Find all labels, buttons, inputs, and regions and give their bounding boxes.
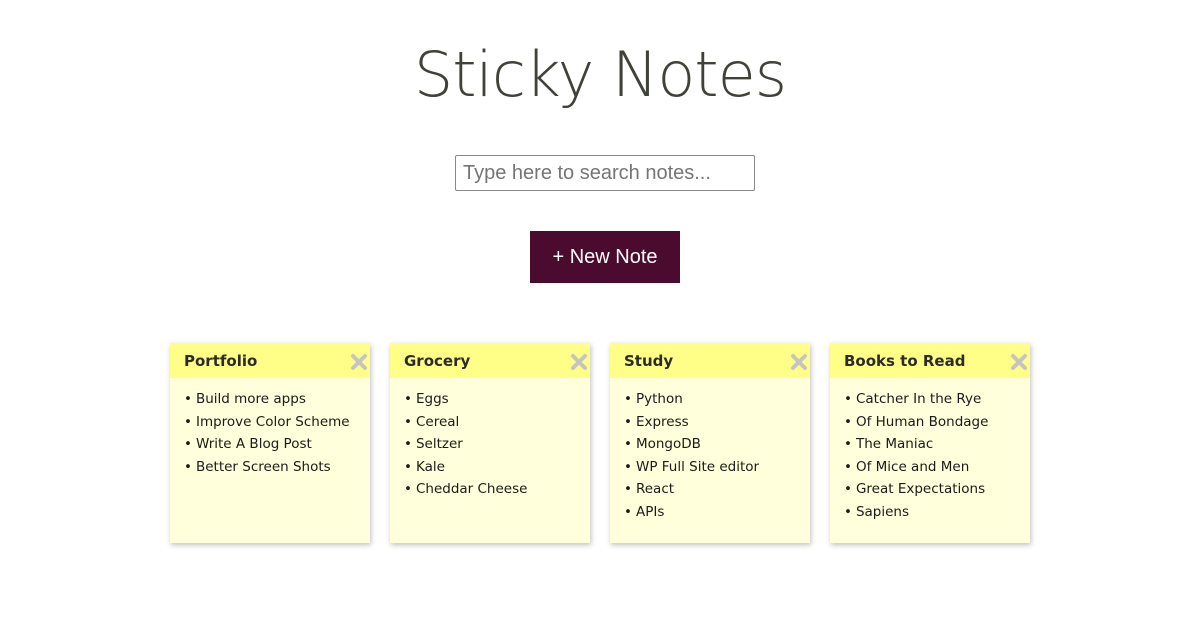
- bullet-icon: •: [624, 503, 632, 520]
- bullet-icon: •: [844, 391, 852, 407]
- note-title[interactable]: Portfolio: [184, 352, 257, 370]
- list-item-text: Cheddar Cheese: [415, 481, 528, 497]
- list-item-text: Build more apps: [195, 391, 306, 407]
- list-item: • Catcher In the Rye: [844, 388, 1016, 411]
- list-item: • Seltzer: [404, 433, 576, 456]
- list-item: • Great Expectations: [844, 478, 1016, 501]
- bullet-icon: •: [624, 391, 632, 407]
- bullet-icon: •: [844, 481, 852, 497]
- new-note-button[interactable]: + New Note: [530, 231, 680, 283]
- search-input[interactable]: [455, 155, 755, 191]
- note-item-list: • Catcher In the Rye • Of Human Bondage • The…: [844, 388, 1016, 523]
- list-item-text: WP Full Site editor: [635, 458, 760, 475]
- list-item-text: Better Screen Shots: [195, 458, 331, 475]
- list-item: • React: [624, 478, 796, 501]
- bullet-icon: •: [404, 458, 412, 475]
- list-item: • MongoDB: [624, 433, 796, 456]
- note-body[interactable]: • Build more apps • Improve Color Scheme • Wr…: [170, 378, 370, 478]
- list-item-text: Of Human Bondage: [855, 413, 989, 430]
- bullet-icon: •: [184, 391, 192, 407]
- bullet-icon: •: [404, 413, 412, 430]
- note-title[interactable]: Grocery: [404, 352, 470, 370]
- bullet-icon: •: [844, 436, 852, 452]
- list-item-text: Seltzer: [415, 436, 463, 452]
- list-item-text: APIs: [635, 503, 665, 520]
- list-item: • Of Mice and Men: [844, 456, 1016, 479]
- list-item-text: React: [635, 481, 675, 497]
- note-title[interactable]: Books to Read: [844, 352, 965, 370]
- list-item-text: The Maniac: [855, 436, 934, 452]
- note-header: Grocery: [390, 343, 590, 378]
- list-item-text: Great Expectations: [855, 481, 986, 497]
- bullet-icon: •: [624, 413, 632, 430]
- list-item: • Build more apps: [184, 388, 356, 411]
- note-card[interactable]: Study • Python • Express • MongoDB • WP Full Sit…: [610, 343, 810, 543]
- bullet-icon: •: [404, 391, 412, 407]
- close-icon[interactable]: [570, 353, 588, 371]
- note-header: Books to Read: [830, 343, 1030, 378]
- list-item: • Write A Blog Post: [184, 433, 356, 456]
- bullet-icon: •: [184, 436, 192, 452]
- note-item-list: • Python • Express • MongoDB • WP Full Site edi…: [624, 388, 796, 523]
- list-item: • Kale: [404, 456, 576, 479]
- bullet-icon: •: [624, 436, 632, 452]
- note-title[interactable]: Study: [624, 352, 673, 370]
- bullet-icon: •: [184, 413, 192, 430]
- list-item-text: MongoDB: [635, 436, 701, 452]
- note-body[interactable]: • Python • Express • MongoDB • WP Full Site edi…: [610, 378, 810, 523]
- bullet-icon: •: [844, 413, 852, 430]
- bullet-icon: •: [624, 481, 632, 497]
- close-icon[interactable]: [1010, 353, 1028, 371]
- page-title: Sticky Notes: [413, 38, 787, 111]
- bullet-icon: •: [184, 458, 192, 475]
- bullet-icon: •: [844, 503, 852, 520]
- bullet-icon: •: [624, 458, 632, 475]
- list-item-text: Catcher In the Rye: [855, 391, 982, 407]
- list-item-text: Express: [635, 413, 689, 430]
- close-icon[interactable]: [790, 353, 808, 371]
- close-icon[interactable]: [350, 353, 368, 371]
- note-card[interactable]: Books to Read • Catcher In the Rye • Of Huma…: [830, 343, 1030, 543]
- note-header: Study: [610, 343, 810, 378]
- notes-grid: Portfolio • Build more apps • Improve Color …: [170, 343, 1030, 543]
- list-item: • Eggs: [404, 388, 576, 411]
- note-card[interactable]: Portfolio • Build more apps • Improve Color …: [170, 343, 370, 543]
- list-item: • Express: [624, 411, 796, 434]
- note-card[interactable]: Grocery • Eggs • Cereal • Seltzer • Kale • Cheddar…: [390, 343, 590, 543]
- list-item: • Sapiens: [844, 501, 1016, 524]
- bullet-icon: •: [404, 481, 412, 497]
- list-item: • Better Screen Shots: [184, 456, 356, 479]
- note-header: Portfolio: [170, 343, 370, 378]
- list-item: • Python: [624, 388, 796, 411]
- note-item-list: • Build more apps • Improve Color Scheme • Wr…: [184, 388, 356, 478]
- bullet-icon: •: [844, 458, 852, 475]
- list-item: • Cheddar Cheese: [404, 478, 576, 501]
- list-item-text: Write A Blog Post: [195, 436, 312, 452]
- note-body[interactable]: • Eggs • Cereal • Seltzer • Kale • Cheddar Cheese: [390, 378, 590, 501]
- list-item: • The Maniac: [844, 433, 1016, 456]
- sticky-notes-page: Sticky Notes + New Note Portfolio•Build …: [0, 0, 1200, 630]
- list-item-text: Improve Color Scheme: [195, 413, 350, 430]
- list-item-text: Eggs: [415, 391, 449, 407]
- list-item-text: Cereal: [415, 413, 460, 430]
- list-item: • Of Human Bondage: [844, 411, 1016, 434]
- list-item: • WP Full Site editor: [624, 456, 796, 479]
- list-item-text: Of Mice and Men: [855, 458, 970, 475]
- list-item: • Improve Color Scheme: [184, 411, 356, 434]
- list-item-text: Python: [635, 391, 683, 407]
- list-item: • APIs: [624, 501, 796, 524]
- bullet-icon: •: [404, 436, 412, 452]
- list-item: • Cereal: [404, 411, 576, 434]
- note-body[interactable]: • Catcher In the Rye • Of Human Bondage • The…: [830, 378, 1030, 523]
- list-item-text: Kale: [415, 458, 445, 475]
- note-item-list: • Eggs • Cereal • Seltzer • Kale • Cheddar Cheese: [404, 388, 576, 501]
- list-item-text: Sapiens: [855, 503, 910, 520]
